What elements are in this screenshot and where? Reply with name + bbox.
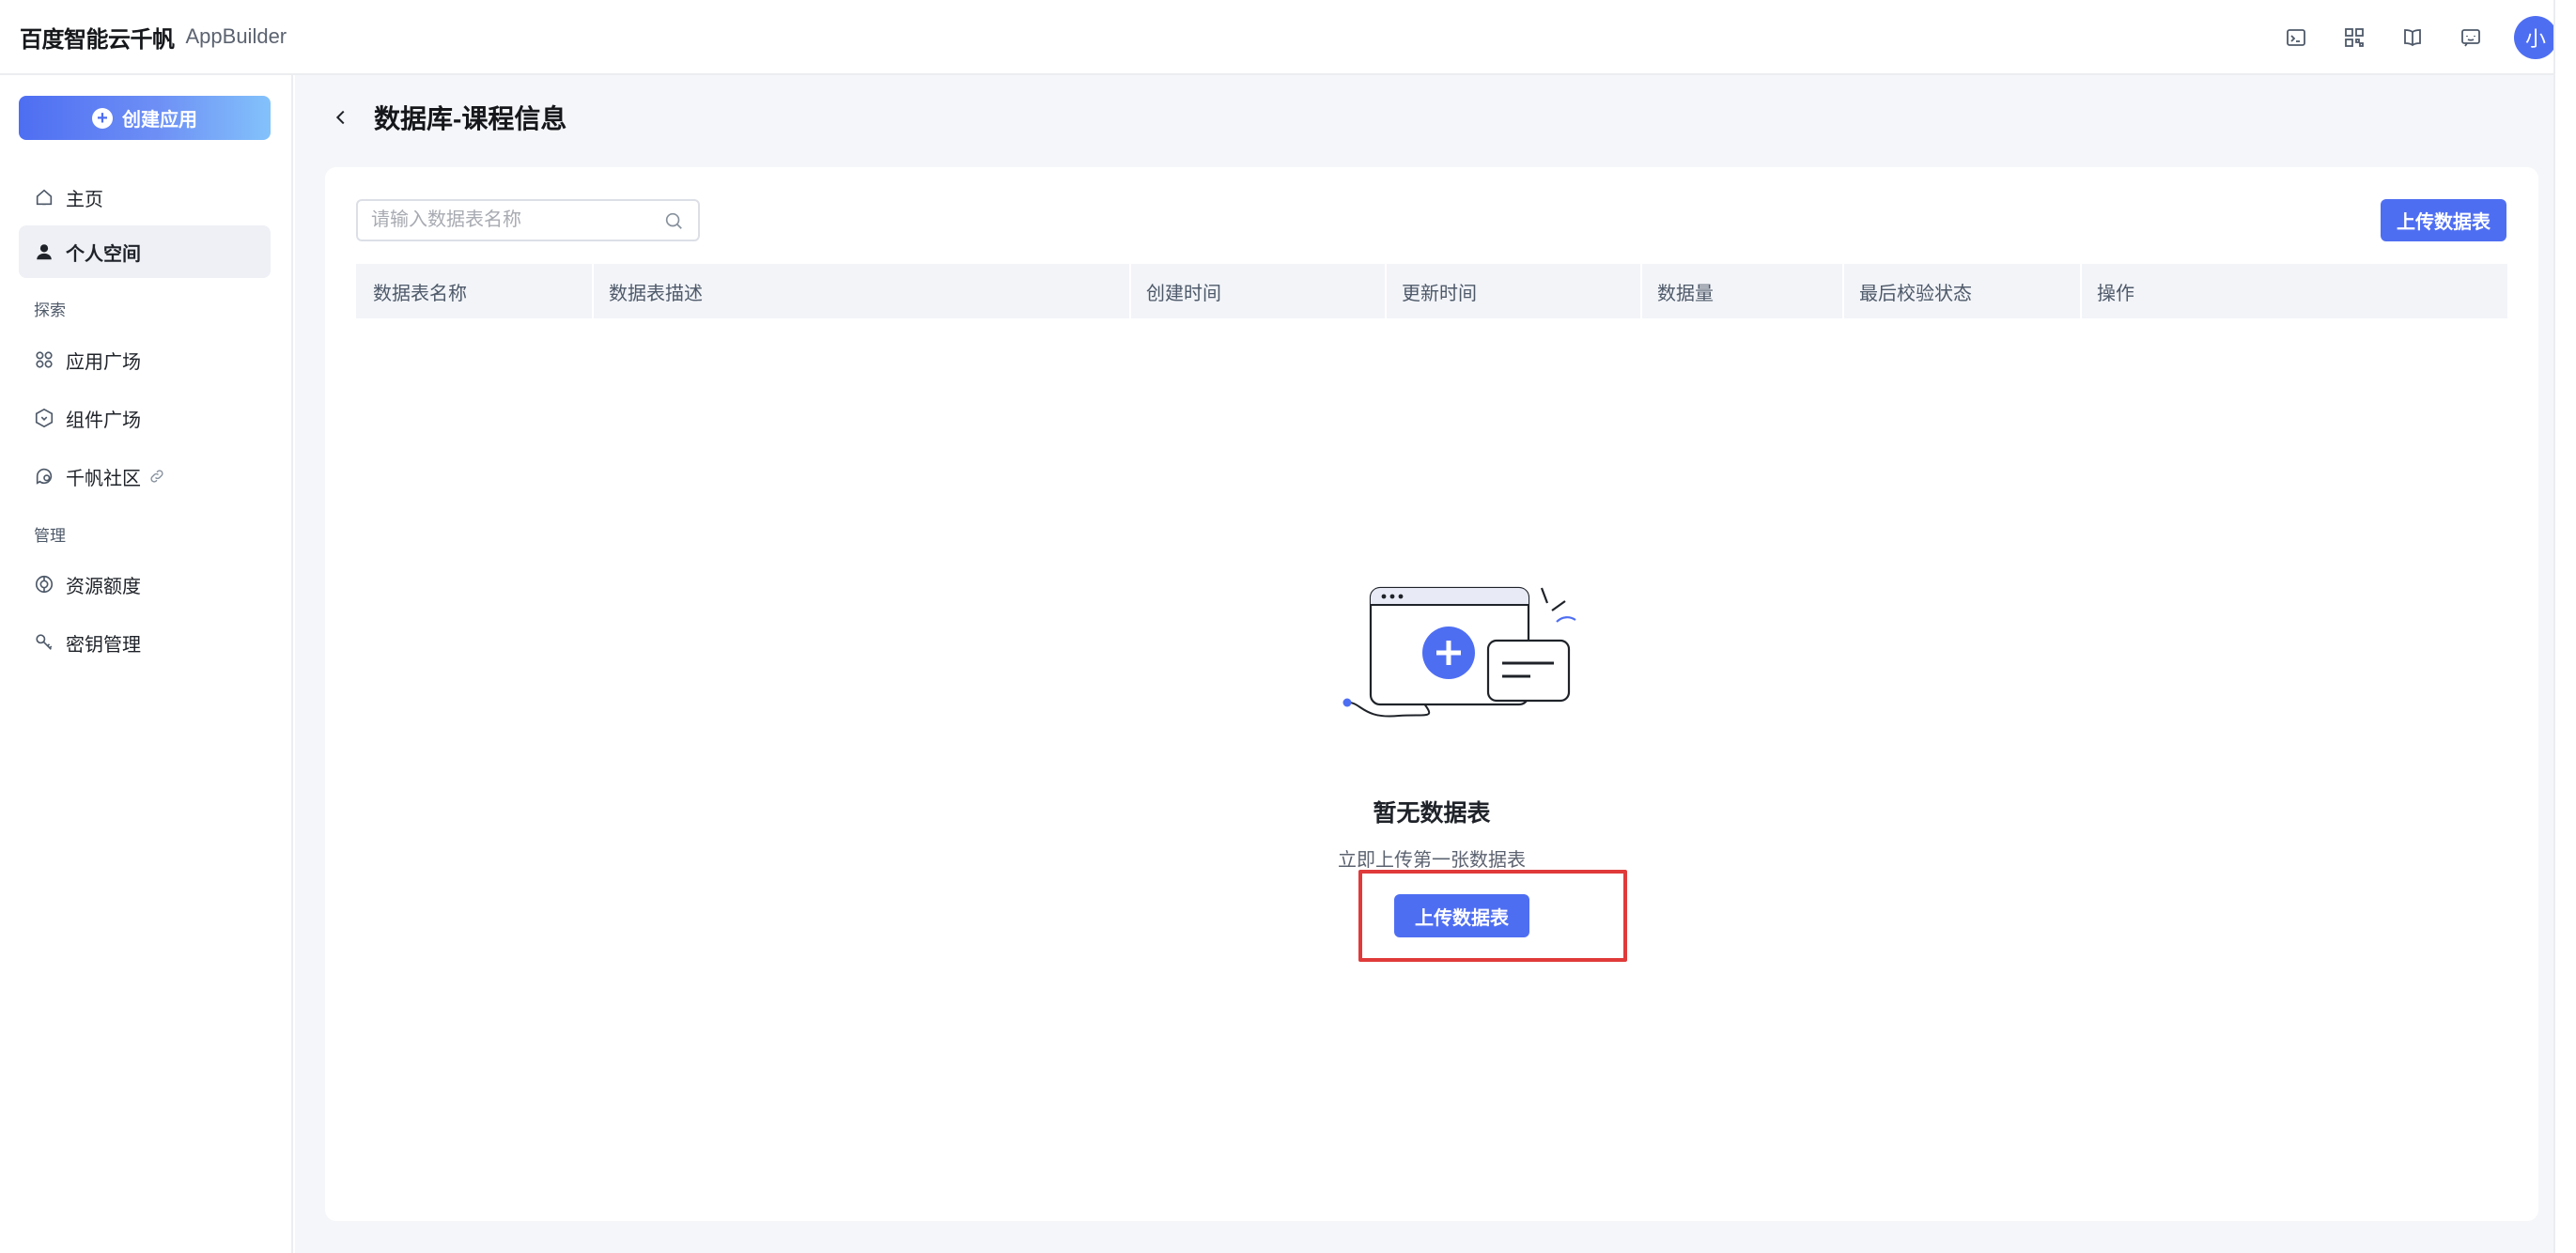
back-arrow-icon[interactable] — [327, 103, 355, 131]
window-edge — [2553, 0, 2576, 1253]
plus-circle-icon: + — [92, 107, 113, 129]
brand[interactable]: 百度智能云千帆 AppBuilder — [20, 21, 287, 54]
page-header: 数据库-课程信息 — [327, 96, 566, 139]
create-app-label: 创建应用 — [122, 110, 197, 131]
sidebar-item-label: 主页 — [66, 189, 103, 210]
sidebar-item-label: 个人空间 — [66, 243, 141, 265]
top-bar: 百度智能云千帆 AppBuilder 小 — [0, 0, 2576, 75]
home-icon — [34, 187, 54, 208]
component-icon — [34, 408, 54, 428]
apps-icon — [34, 349, 54, 370]
key-icon — [34, 632, 54, 653]
link-icon — [148, 468, 165, 485]
sidebar-item-personal-space[interactable]: 个人空间 — [19, 225, 271, 278]
main-content: 数据库-课程信息 上传数据表 数据表名称 数据表描述 创建时间 更新时间 数据量… — [295, 75, 2553, 1253]
top-actions: 小 — [2258, 0, 2557, 75]
sidebar-item-component-square[interactable]: 组件广场 — [19, 392, 271, 444]
book-icon[interactable] — [2392, 17, 2433, 58]
sidebar-item-community[interactable]: 千帆社区 — [19, 450, 271, 503]
brand-app-name: AppBuilder — [185, 24, 287, 48]
empty-table-illustration — [1342, 586, 1576, 718]
empty-state-title: 暂无数据表 — [1373, 800, 1491, 827]
empty-state: 暂无数据表 立即上传第一张数据表 上传数据表 — [325, 167, 2538, 1221]
empty-state-subtitle: 立即上传第一张数据表 — [1338, 850, 1526, 871]
sidebar-item-label: 组件广场 — [66, 410, 141, 431]
user-icon — [34, 241, 54, 262]
sidebar-item-key-management[interactable]: 密钥管理 — [19, 616, 271, 669]
terminal-icon[interactable] — [2275, 17, 2317, 58]
message-icon[interactable] — [2450, 17, 2491, 58]
section-manage-label: 管理 — [34, 527, 66, 545]
quota-icon — [34, 574, 54, 595]
qrcode-icon[interactable] — [2334, 17, 2375, 58]
sidebar: + 创建应用 主页 个人空间 探索 应用广场 组件广场 千帆社区 管理 资源额度… — [0, 75, 293, 1253]
create-app-button[interactable]: + 创建应用 — [19, 96, 271, 140]
sidebar-item-app-square[interactable]: 应用广场 — [19, 333, 271, 386]
brand-logo: 百度智能云千帆 — [20, 26, 175, 53]
section-explore-label: 探索 — [34, 302, 66, 319]
upload-table-button[interactable]: 上传数据表 — [1394, 894, 1529, 937]
sidebar-item-label: 应用广场 — [66, 351, 141, 373]
sidebar-item-resource-quota[interactable]: 资源额度 — [19, 558, 271, 611]
page-title: 数据库-课程信息 — [374, 104, 567, 133]
community-icon — [34, 466, 54, 487]
sidebar-item-label: 资源额度 — [66, 576, 141, 597]
sidebar-item-home[interactable]: 主页 — [19, 171, 271, 224]
sidebar-item-label: 密钥管理 — [66, 634, 141, 656]
user-avatar[interactable]: 小 — [2514, 16, 2557, 59]
table-card: 上传数据表 数据表名称 数据表描述 创建时间 更新时间 数据量 最后校验状态 操… — [325, 167, 2538, 1221]
sidebar-item-label: 千帆社区 — [66, 468, 141, 489]
